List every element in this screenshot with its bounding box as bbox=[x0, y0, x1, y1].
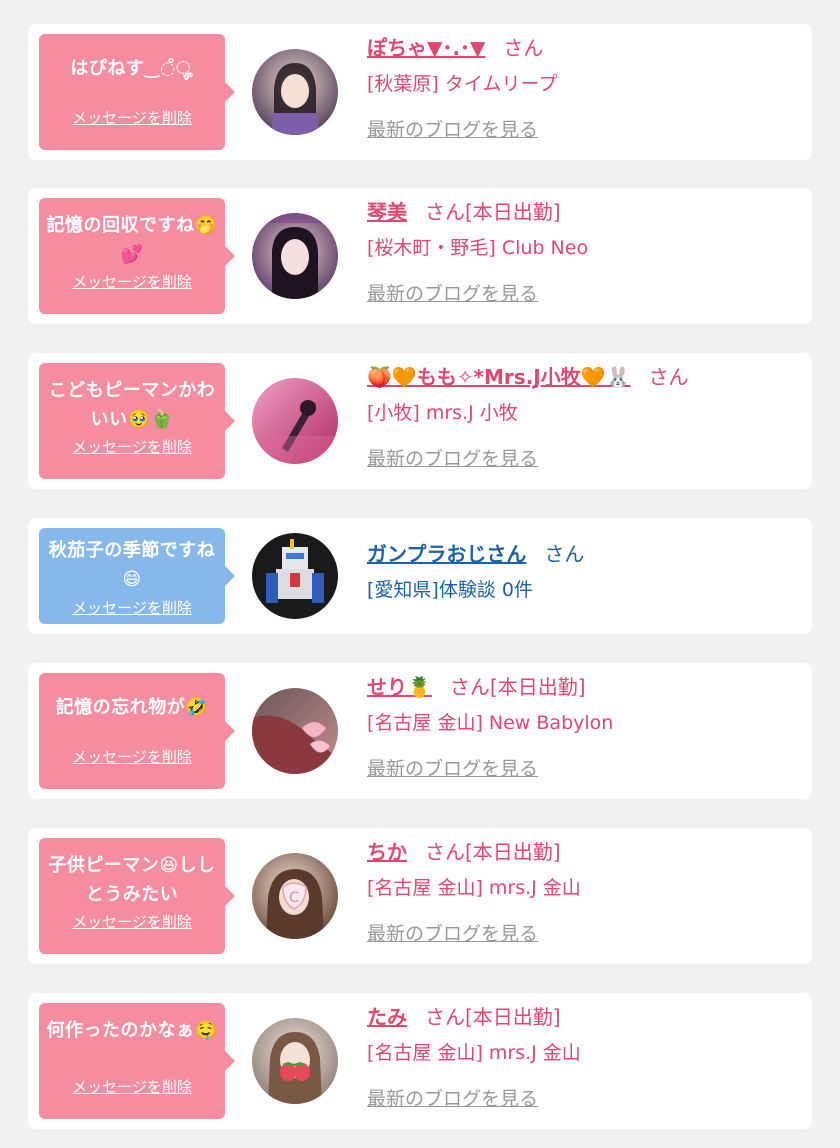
girl-name-link[interactable]: せり🍍 bbox=[367, 675, 432, 699]
message-bubble: 子供ピーマン😆ししとうみたい メッセージを削除 bbox=[39, 838, 235, 954]
message-bubble: こどもピーマンかわいい🥹🫑 メッセージを削除 bbox=[39, 363, 235, 479]
girl-name-link[interactable]: たみ bbox=[367, 1005, 407, 1029]
latest-blog-link[interactable]: 最新のブログを見る bbox=[367, 116, 538, 144]
latest-blog-link[interactable]: 最新のブログを見る bbox=[367, 755, 538, 783]
profile-info: たみ さん[本日出勤] [名古屋 金山] mrs.J 金山 最新のブログを見る bbox=[367, 1003, 802, 1113]
latest-blog-link[interactable]: 最新のブログを見る bbox=[367, 280, 538, 308]
latest-blog-link[interactable]: 最新のブログを見る bbox=[367, 1085, 538, 1113]
girl-name-link[interactable]: ちか bbox=[367, 840, 407, 864]
list-item: はぴねす‿◌̊ೄ メッセージを削除 ぽちゃ▼･.･▼ さん [秋葉原] タイムリー… bbox=[28, 24, 812, 160]
shop-label[interactable]: [名古屋 金山] New Babylon bbox=[367, 709, 802, 737]
list-item: 秋茄子の季節ですね😄 メッセージを削除 ガンプラおじさん さん [愛知県]体験談 … bbox=[28, 518, 812, 634]
name-line: 琴美 さん[本日出勤] bbox=[367, 198, 802, 226]
latest-blog-link[interactable]: 最新のブログを見る bbox=[367, 445, 538, 473]
message-text: 子供ピーマン😆ししとうみたい bbox=[48, 855, 216, 905]
message-text: はぴねす‿◌̊ೄ bbox=[70, 58, 194, 79]
profile-info: ちか さん[本日出勤] [名古屋 金山] mrs.J 金山 最新のブログを見る bbox=[367, 838, 802, 948]
profile-info: ガンプラおじさん さん [愛知県]体験談 0件 bbox=[367, 540, 802, 604]
delete-message-link[interactable]: メッセージを削除 bbox=[39, 597, 225, 618]
avatar[interactable] bbox=[252, 213, 338, 299]
name-line: ガンプラおじさん さん bbox=[367, 540, 802, 568]
girl-name-link[interactable]: 🍑🧡もも✧*Mrs.J小牧🧡🐰 bbox=[367, 365, 631, 389]
shop-label[interactable]: [桜木町・野毛] Club Neo bbox=[367, 234, 802, 262]
list-item: 記憶の忘れ物が🤣 メッセージを削除 せり🍍 さん[本日出勤] [名古屋 金山] N… bbox=[28, 663, 812, 799]
message-text: 何作ったのかなぁ🤤 bbox=[46, 1020, 218, 1041]
name-line: せり🍍 さん[本日出勤] bbox=[367, 673, 802, 701]
list-item: 子供ピーマン😆ししとうみたい メッセージを削除 C ちか さん[本日出勤] [名古… bbox=[28, 828, 812, 964]
latest-blog-link[interactable]: 最新のブログを見る bbox=[367, 920, 538, 948]
delete-message-link[interactable]: メッセージを削除 bbox=[39, 911, 225, 932]
name-suffix: さん[本日出勤] bbox=[425, 1005, 561, 1029]
profile-info: ぽちゃ▼･.･▼ さん [秋葉原] タイムリープ 最新のブログを見る bbox=[367, 34, 802, 144]
user-name-link[interactable]: ガンプラおじさん bbox=[367, 542, 526, 566]
avatar[interactable] bbox=[252, 1018, 338, 1104]
shop-label[interactable]: [小牧] mrs.J 小牧 bbox=[367, 399, 802, 427]
profile-info: 琴美 さん[本日出勤] [桜木町・野毛] Club Neo 最新のブログを見る bbox=[367, 198, 802, 308]
list-item: こどもピーマンかわいい🥹🫑 メッセージを削除 🍑🧡もも✧*Mrs.J小牧🧡🐰 さん… bbox=[28, 353, 812, 489]
message-bubble: はぴねす‿◌̊ೄ メッセージを削除 bbox=[39, 34, 235, 150]
message-text: 秋茄子の季節ですね😄 bbox=[48, 540, 216, 590]
avatar[interactable] bbox=[252, 688, 338, 774]
profile-info: せり🍍 さん[本日出勤] [名古屋 金山] New Babylon 最新のブログを… bbox=[367, 673, 802, 783]
review-count-label[interactable]: [愛知県]体験談 0件 bbox=[367, 576, 802, 604]
message-text: こどもピーマンかわいい🥹🫑 bbox=[48, 380, 216, 430]
delete-message-link[interactable]: メッセージを削除 bbox=[39, 436, 225, 457]
name-suffix: さん[本日出勤] bbox=[425, 200, 561, 224]
message-bubble: 記憶の回収ですね🤭💕 メッセージを削除 bbox=[39, 198, 235, 314]
message-text: 記憶の忘れ物が🤣 bbox=[55, 697, 209, 718]
svg-text:C: C bbox=[289, 890, 299, 906]
name-line: たみ さん[本日出勤] bbox=[367, 1003, 802, 1031]
delete-message-link[interactable]: メッセージを削除 bbox=[39, 1076, 225, 1097]
shop-label[interactable]: [秋葉原] タイムリープ bbox=[367, 70, 802, 98]
name-suffix: さん bbox=[648, 365, 689, 389]
list-item: 記憶の回収ですね🤭💕 メッセージを削除 琴美 さん[本日出勤] [桜木町・野毛] … bbox=[28, 188, 812, 324]
delete-message-link[interactable]: メッセージを削除 bbox=[39, 107, 225, 128]
avatar[interactable]: C bbox=[252, 853, 338, 939]
name-suffix: さん bbox=[503, 36, 544, 60]
profile-info: 🍑🧡もも✧*Mrs.J小牧🧡🐰 さん [小牧] mrs.J 小牧 最新のブログを見… bbox=[367, 363, 802, 473]
avatar[interactable] bbox=[252, 378, 338, 464]
avatar[interactable] bbox=[252, 49, 338, 135]
message-text: 記憶の回収ですね🤭💕 bbox=[46, 215, 218, 265]
girl-name-link[interactable]: 琴美 bbox=[367, 200, 407, 224]
list-item: 何作ったのかなぁ🤤 メッセージを削除 たみ さん[本日出勤] [名古屋 金山] m… bbox=[28, 993, 812, 1129]
name-suffix: さん[本日出勤] bbox=[425, 840, 561, 864]
name-suffix: さん[本日出勤] bbox=[449, 675, 586, 699]
delete-message-link[interactable]: メッセージを削除 bbox=[39, 746, 225, 767]
shop-label[interactable]: [名古屋 金山] mrs.J 金山 bbox=[367, 874, 802, 902]
message-bubble: 秋茄子の季節ですね😄 メッセージを削除 bbox=[39, 528, 235, 624]
avatar[interactable] bbox=[252, 533, 338, 619]
name-line: ちか さん[本日出勤] bbox=[367, 838, 802, 866]
message-bubble: 何作ったのかなぁ🤤 メッセージを削除 bbox=[39, 1003, 235, 1119]
name-suffix: さん bbox=[544, 542, 585, 566]
name-line: ぽちゃ▼･.･▼ さん bbox=[367, 34, 802, 62]
delete-message-link[interactable]: メッセージを削除 bbox=[39, 271, 225, 292]
girl-name-link[interactable]: ぽちゃ▼･.･▼ bbox=[367, 36, 485, 60]
shop-label[interactable]: [名古屋 金山] mrs.J 金山 bbox=[367, 1039, 802, 1067]
message-bubble: 記憶の忘れ物が🤣 メッセージを削除 bbox=[39, 673, 235, 789]
name-line: 🍑🧡もも✧*Mrs.J小牧🧡🐰 さん bbox=[367, 363, 802, 391]
